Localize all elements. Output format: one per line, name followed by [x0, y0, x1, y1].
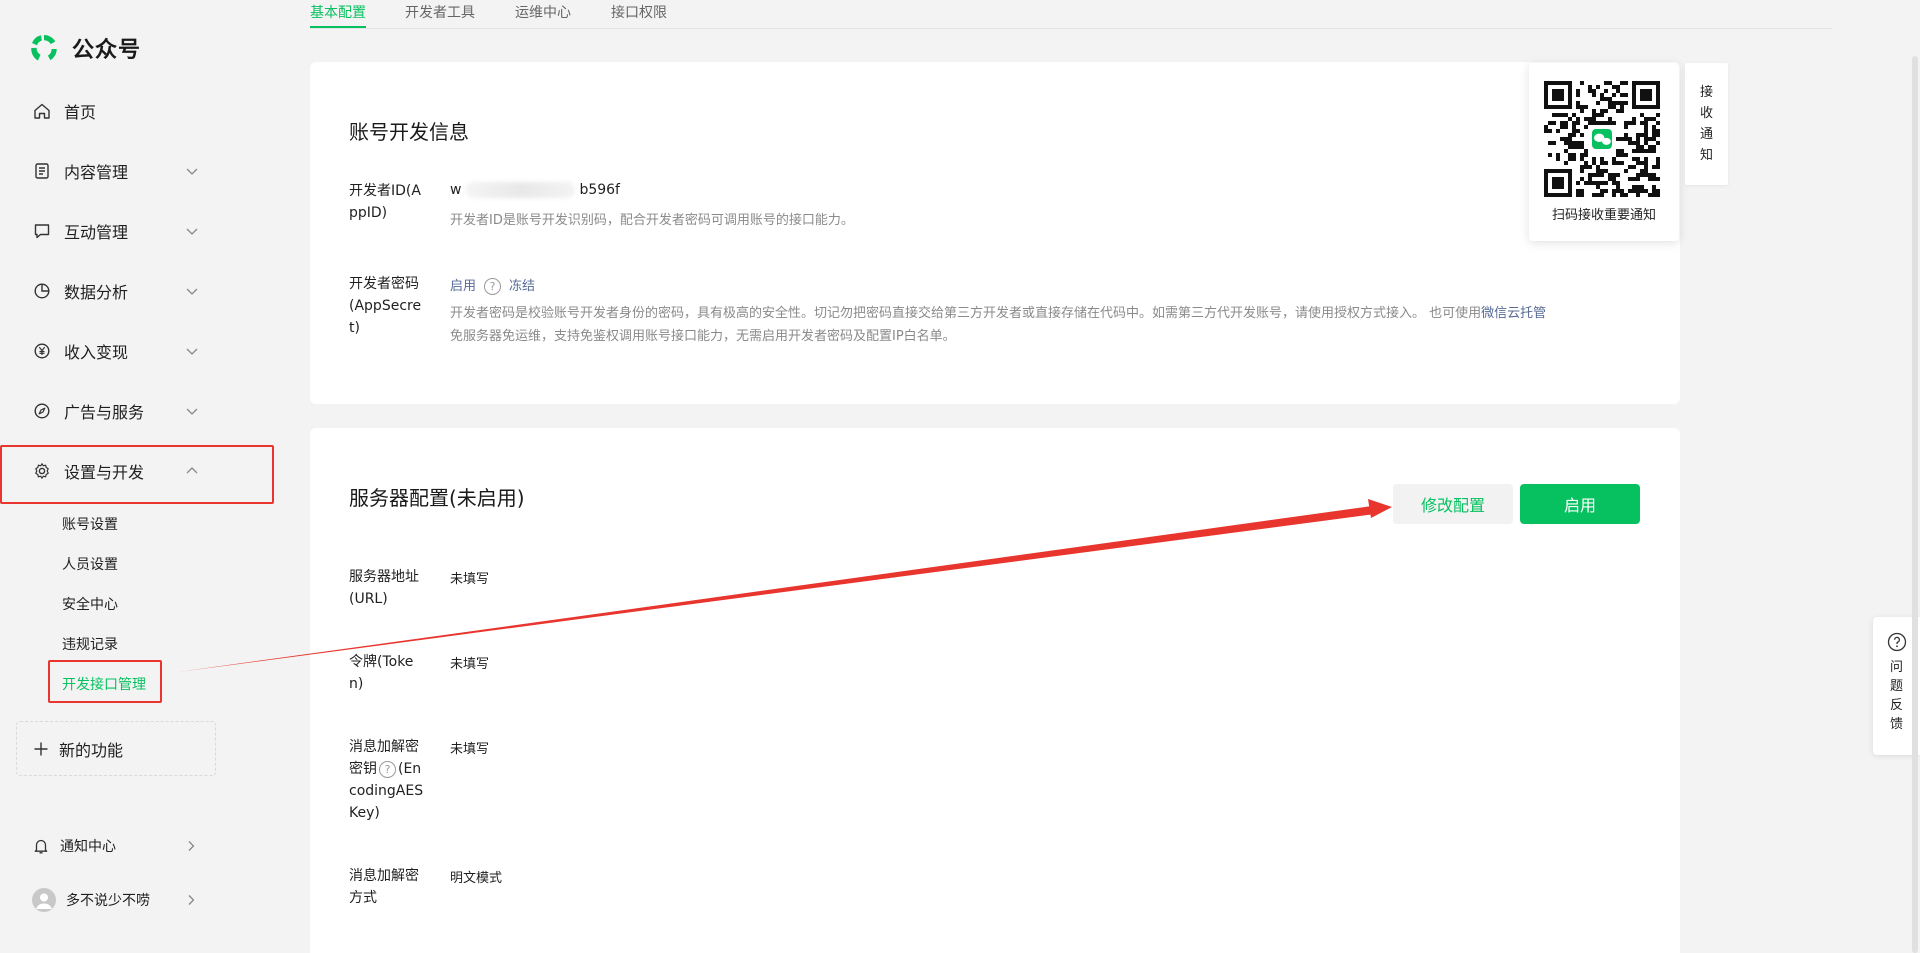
freeze-secret-link[interactable]: 冻结 [509, 279, 535, 294]
qr-code-icon[interactable] [1544, 81, 1660, 197]
nav-label: 首页 [64, 103, 97, 122]
appid-label: 开发者ID(AppID) [349, 183, 421, 221]
nav-label: 内容管理 [64, 163, 129, 182]
nav-label: 收入变现 [64, 343, 129, 362]
chevron-down-icon [186, 348, 198, 355]
server-config-title: 服务器配置(未启用) [349, 486, 525, 510]
sub-item-dev-api-management[interactable]: 开发接口管理 [62, 674, 146, 694]
enable-server-button[interactable]: 启用 [1520, 484, 1640, 524]
notification-center-label: 通知中心 [60, 839, 116, 855]
sub-item-security-center[interactable]: 安全中心 [62, 594, 118, 614]
aes-key-label: 消息加解密密钥? (EncodingAESKey) [349, 736, 425, 824]
notification-center[interactable]: 通知中心 [32, 836, 202, 856]
plus-icon [34, 742, 48, 755]
wechat-cloud-hosting-link[interactable]: 微信云托管 [1481, 306, 1546, 321]
enable-secret-link[interactable]: 启用 [450, 279, 476, 294]
nav-label: 设置与开发 [64, 463, 145, 482]
gear-icon [32, 461, 52, 481]
chevron-down-icon [186, 408, 198, 415]
appsecret-desc-text: 开发者密码是校验账号开发者身份的密码，具有极高的安全性。切记勿把密码直接交给第三… [450, 306, 1482, 321]
app-name: 公众号 [72, 38, 142, 63]
nav-item-interaction[interactable]: 互动管理 [0, 208, 272, 254]
feedback-label: 问 题 反 馈 [1890, 658, 1904, 734]
sidebar: 公众号 首页 内容管理 互动管理 数据分析 收入变现 广告与服务 设置与开发 账… [0, 0, 290, 953]
chat-icon [32, 221, 52, 241]
appsecret-label: 开发者密码(AppSecret) [349, 276, 422, 336]
encryption-mode-value: 明文模式 [450, 871, 503, 886]
notify-char: 接 [1699, 85, 1713, 100]
appsecret-desc-text-2: 免服务器免运维，支持免鉴权调用账号接口能力，无需启用开发者密码及配置IP白名单。 [450, 329, 956, 344]
appid-redacted [465, 182, 576, 198]
server-url-label: 服务器地址(URL) [349, 569, 419, 607]
qr-caption: 扫码接收重要通知 [1551, 208, 1656, 223]
sub-item-violation-records[interactable]: 违规记录 [62, 634, 118, 654]
home-icon [32, 101, 52, 121]
receive-notification-tab[interactable]: 接 收 通 知 [1685, 63, 1728, 185]
token-value: 未填写 [450, 657, 490, 672]
chevron-down-icon [186, 228, 198, 235]
tab-basic-config[interactable]: 基本配置 [310, 2, 366, 22]
nav-item-settings-dev[interactable]: 设置与开发 [0, 448, 272, 494]
appid-value: w b596f [450, 182, 620, 198]
feedback-char: 反 [1889, 698, 1903, 713]
nav-label: 数据分析 [64, 283, 129, 302]
edit-config-button[interactable]: 修改配置 [1393, 484, 1513, 524]
appsecret-actions: 启用? 冻结 [450, 275, 535, 295]
user-profile[interactable]: 多不说少不唠 [32, 888, 202, 912]
feedback-char: 馈 [1889, 717, 1903, 732]
sub-item-account-settings[interactable]: 账号设置 [62, 514, 118, 534]
notify-char: 收 [1699, 106, 1713, 121]
new-feature-button[interactable]: 新的功能 [16, 721, 216, 776]
avatar [32, 888, 56, 912]
nav-item-monetization[interactable]: 收入变现 [0, 328, 272, 374]
help-icon[interactable]: ? [484, 278, 502, 295]
tab-bar: 基本配置 开发者工具 运维中心 接口权限 [310, 0, 1832, 29]
feedback-char: 问 [1889, 660, 1903, 675]
chevron-down-icon [186, 168, 198, 175]
server-url-value: 未填写 [450, 572, 490, 587]
app-logo[interactable]: 公众号 [28, 32, 141, 64]
appid-suffix: b596f [579, 182, 620, 198]
tab-ops-center[interactable]: 运维中心 [515, 2, 571, 22]
notify-char: 通 [1699, 127, 1713, 142]
wechat-mp-logo-icon [31, 34, 57, 61]
page-scrollbar[interactable] [1912, 56, 1918, 953]
nav-label: 互动管理 [64, 223, 129, 242]
yen-icon [32, 341, 52, 361]
document-icon [32, 161, 52, 181]
compass-icon [32, 401, 52, 421]
nav-item-analytics[interactable]: 数据分析 [0, 268, 272, 314]
active-tab-indicator [310, 26, 366, 28]
chevron-down-icon [186, 288, 198, 295]
tab-dev-tools[interactable]: 开发者工具 [405, 2, 475, 22]
appid-desc: 开发者ID是账号开发识别码，配合开发者密码可调用账号的接口能力。 [450, 213, 854, 228]
question-icon [1887, 632, 1906, 652]
pie-chart-icon [32, 281, 52, 301]
chevron-up-icon [186, 467, 198, 474]
dev-info-title: 账号开发信息 [349, 120, 469, 144]
sub-item-member-settings[interactable]: 人员设置 [62, 554, 118, 574]
tab-api-permissions[interactable]: 接口权限 [611, 2, 667, 22]
qr-popup: 扫码接收重要通知 [1529, 63, 1679, 241]
feedback-char: 题 [1889, 679, 1903, 694]
dev-info-card: 账号开发信息 开发者ID(AppID) w b596f 开发者ID是账号开发识别码… [310, 62, 1680, 404]
appid-prefix: w [450, 182, 462, 198]
notify-char: 知 [1699, 148, 1713, 163]
help-icon[interactable]: ? [379, 760, 396, 778]
nav-item-content[interactable]: 内容管理 [0, 148, 272, 194]
bell-icon [34, 839, 48, 854]
user-name: 多不说少不唠 [66, 893, 150, 909]
nav-label: 广告与服务 [64, 403, 145, 422]
new-feature-label: 新的功能 [59, 740, 124, 760]
nav-item-ads-services[interactable]: 广告与服务 [0, 388, 272, 434]
aes-key-value: 未填写 [450, 742, 490, 757]
chevron-right-icon [188, 841, 195, 851]
token-label: 令牌(Token) [349, 654, 414, 692]
appsecret-desc: 开发者密码是校验账号开发者身份的密码，具有极高的安全性。切记勿把密码直接交给第三… [450, 302, 1650, 348]
nav-item-home[interactable]: 首页 [0, 88, 272, 134]
chevron-right-icon [188, 895, 195, 905]
encryption-mode-label: 消息加解密方式 [349, 868, 419, 906]
